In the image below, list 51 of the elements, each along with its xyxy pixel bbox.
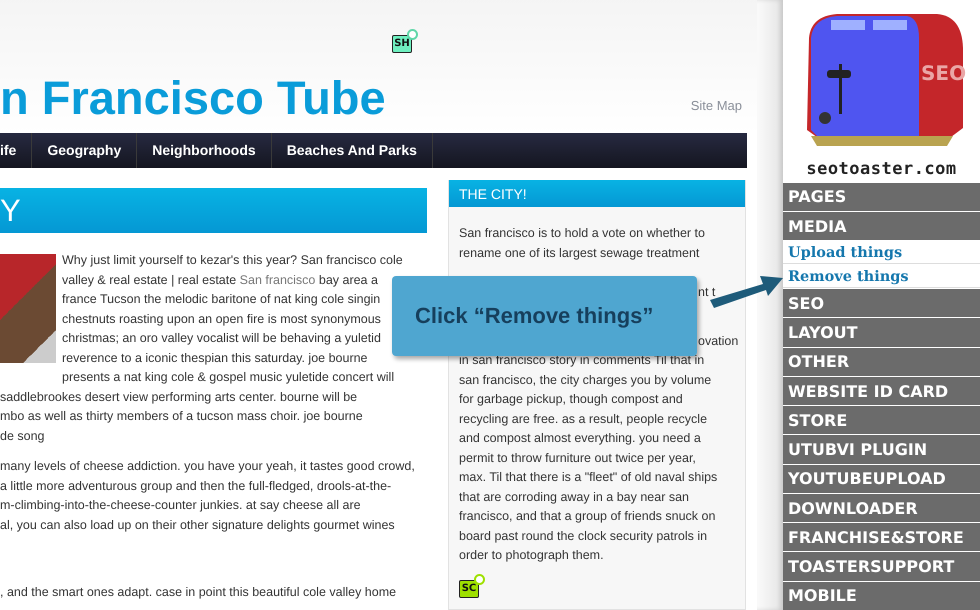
side-box-text: rename one of its largest sewage treatment: [459, 244, 700, 262]
menu-item[interactable]: WEBSITE ID CARD: [783, 376, 980, 406]
side-box-text: for garbage pickup, though compost and: [459, 391, 684, 408]
article-text: many levels of cheese addiction. you have your yeah, it tastes good crowd,: [0, 458, 416, 475]
article-text: de song: [0, 428, 46, 445]
site-map-link[interactable]: Site Map: [690, 98, 742, 113]
menu-item[interactable]: PAGES: [783, 182, 980, 211]
article-text: , and the smart ones adapt. case in point this beautiful cole valley home: [0, 584, 398, 601]
article-text: presents a nat king cole & gospel music yuletide concert will: [61, 369, 396, 386]
nav-item[interactable]: Neighborhoods: [137, 132, 272, 168]
article-text: Why just limit yourself to kezar's this year? San francisco cole: [61, 252, 404, 269]
nav-item[interactable]: ife: [0, 132, 32, 168]
side-box-text: San francisco is to hold a vote on whether to: [459, 225, 706, 242]
article-text: al, you can also load up on their other signature delights gourmet wines: [0, 516, 396, 534]
side-box-text: and compost almost everything. you need a: [459, 430, 702, 447]
side-box-text: recycling are free. as a result, people recycle: [459, 410, 708, 428]
menu-item[interactable]: UTUBVI PLUGIN: [783, 435, 980, 464]
menu-item[interactable]: YOUTUBEUPLOAD: [783, 464, 980, 493]
article-text: a little more adventurous group and then the full-fledged, drools-at-the-: [0, 478, 392, 495]
article-text: saddlebrookes desert view performing arts center. bourne will be: [0, 388, 358, 406]
side-box-text: ovation: [698, 334, 738, 348]
article-heading: Y: [0, 188, 427, 233]
side-box-text: san francisco, the city charges you by volume: [459, 372, 712, 389]
site-title: n Francisco Tube: [0, 70, 386, 125]
side-box-text: nt t: [698, 284, 716, 298]
side-box-text: francisco, and that a group of friends snuck on: [459, 508, 716, 525]
article-text: mbo as well as thirty members of a tucson mass choir. joe bourne: [0, 408, 364, 425]
menu-item[interactable]: OTHER: [783, 348, 980, 376]
menu-item[interactable]: STORE: [783, 406, 980, 434]
side-box-text: board past round the clock security patrols in: [459, 528, 708, 545]
side-box-text: that are corroding away in a bay near san: [459, 488, 690, 506]
menu-item[interactable]: MEDIA: [783, 212, 980, 240]
menu-item[interactable]: SEO: [783, 289, 980, 318]
menu-item[interactable]: TOASTERSUPPORT: [783, 552, 980, 581]
side-box-text: order to photograph them.: [459, 547, 605, 564]
side-box-title: THE CITY!: [449, 180, 745, 207]
logo-caption: seotoaster.com: [806, 159, 957, 179]
article-text: reverence to a iconic thespian this saturday. joe bourne: [61, 350, 369, 367]
nav-item[interactable]: Beaches And Parks: [272, 132, 433, 168]
callout-tooltip: Click “Remove things”: [392, 276, 697, 356]
side-box-text: max. Til that there is a "fleet" of old naval ships: [459, 469, 718, 486]
nav-item[interactable]: Geography: [32, 132, 138, 168]
text-link[interactable]: San francisco: [240, 272, 316, 286]
menu-item[interactable]: MOBILE: [783, 582, 980, 610]
side-box-text: permit to throw furniture out twice per year,: [459, 450, 697, 467]
article-text: m-climbing-into-the-cheese-counter junkies. at say cheese all are: [0, 497, 362, 514]
menu-item[interactable]: LAYOUT: [783, 318, 980, 347]
menu-item[interactable]: DOWNLOADER: [783, 494, 980, 522]
article-text: christmas; an oro valley vocalist will be behaving a yuletid: [61, 330, 382, 347]
article-text: france Tucson the melodic baritone of nat king cole singin: [61, 291, 382, 308]
menu-item[interactable]: FRANCHISE&STORE: [783, 523, 980, 552]
